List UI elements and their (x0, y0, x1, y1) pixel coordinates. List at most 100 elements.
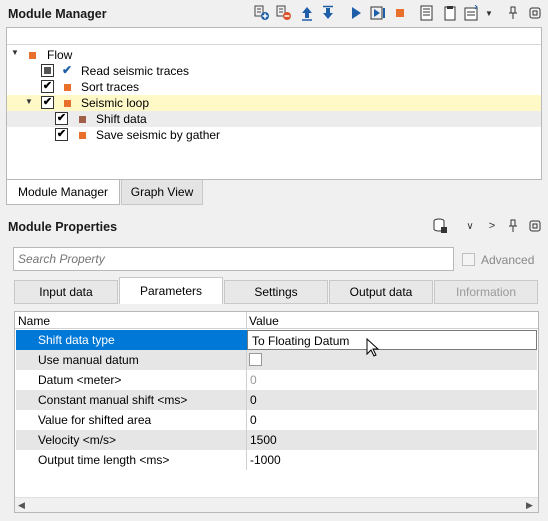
log-icon[interactable] (419, 5, 435, 21)
pin-icon[interactable] (505, 5, 521, 21)
checkbox[interactable]: ✔ (41, 80, 54, 93)
module-tree: ▼ Flow ✔ Read seismic traces ✔ Sort trac… (6, 27, 542, 180)
tab-label: Input data (39, 285, 93, 299)
checkbox-partial[interactable] (41, 64, 54, 77)
property-row-velocity[interactable]: Velocity <m/s> 1500 (16, 430, 537, 450)
move-down-icon[interactable] (320, 5, 336, 21)
float-icon[interactable] (527, 218, 543, 234)
module-color-square (64, 84, 71, 91)
stop-icon[interactable] (392, 5, 408, 21)
tab-module-manager[interactable]: Module Manager (6, 180, 120, 205)
column-divider (246, 410, 247, 430)
property-name: Velocity <m/s> (38, 433, 117, 447)
tree-item-save-seismic-by-gather[interactable]: ✔ Save seismic by gather (7, 127, 541, 143)
module-color-square (79, 132, 86, 139)
tree-item-seismic-loop[interactable]: ▼ ✔ Seismic loop (7, 95, 541, 111)
scroll-left-icon[interactable]: ◀ (18, 500, 25, 511)
module-color-square (29, 52, 36, 59)
module-color-square (79, 116, 86, 123)
property-row-use-manual-datum[interactable]: Use manual datum (16, 350, 537, 370)
tab-graph-view[interactable]: Graph View (121, 180, 203, 205)
tab-output-data[interactable]: Output data (329, 280, 433, 304)
add-module-icon[interactable] (254, 5, 270, 21)
chevron-down-icon[interactable]: ▼ (25, 97, 33, 106)
tab-label: Graph View (130, 185, 194, 199)
advanced-label: Advanced (481, 253, 535, 267)
advanced-checkbox[interactable] (462, 253, 475, 266)
module-manager-title: Module Manager (8, 7, 107, 21)
search-property-input[interactable] (13, 247, 454, 271)
property-row-constant-manual-shift[interactable]: Constant manual shift <ms> 0 (16, 390, 537, 410)
options-icon[interactable] (464, 5, 480, 21)
tab-label: Parameters (139, 284, 203, 298)
column-divider (246, 350, 247, 370)
property-name: Use manual datum (38, 353, 139, 367)
database-icon[interactable] (432, 218, 448, 234)
tree-header (7, 28, 541, 45)
property-value: 0 (250, 373, 257, 387)
grid-header: Name Value (15, 312, 538, 329)
property-value: 1500 (250, 433, 277, 447)
column-divider (246, 312, 247, 329)
chevron-down-icon[interactable]: ▼ (484, 5, 494, 21)
tab-label: Settings (254, 285, 298, 299)
tree-item-label: Flow (47, 48, 73, 62)
tree-item-label: Save seismic by gather (96, 128, 221, 142)
tab-input-data[interactable]: Input data (14, 280, 118, 304)
property-name: Datum <meter> (38, 373, 122, 387)
tab-label: Module Manager (17, 185, 109, 199)
tab-label: Output data (349, 285, 413, 299)
tab-settings[interactable]: Settings (224, 280, 328, 304)
step-run-icon[interactable] (370, 5, 386, 21)
use-manual-datum-checkbox[interactable] (249, 353, 262, 366)
mouse-cursor-icon (366, 337, 380, 361)
horizontal-scrollbar[interactable]: ◀ ▶ (15, 497, 538, 512)
property-value: To Floating Datum (252, 334, 350, 348)
pin-icon[interactable] (505, 218, 521, 234)
scroll-right-icon[interactable]: ▶ (526, 500, 533, 511)
check-icon: ✔ (62, 63, 73, 77)
tree-item-label: Sort traces (81, 80, 140, 94)
tree-item-sort-traces[interactable]: ✔ Sort traces (7, 79, 541, 95)
tree-item-flow[interactable]: ▼ Flow (7, 47, 541, 63)
remove-module-icon[interactable] (276, 5, 292, 21)
property-value: 0 (250, 393, 257, 407)
checkbox[interactable]: ✔ (55, 112, 68, 125)
module-properties-title: Module Properties (8, 220, 118, 234)
column-divider (246, 370, 247, 390)
property-name: Output time length <ms> (38, 453, 170, 467)
tree-item-label: Shift data (96, 112, 147, 126)
clipboard-icon[interactable] (442, 5, 458, 21)
column-header-name[interactable]: Name (18, 314, 50, 328)
tab-label: Information (455, 285, 517, 299)
property-name: Value for shifted area (38, 413, 152, 427)
tree-item-read-seismic-traces[interactable]: ✔ Read seismic traces (7, 63, 541, 79)
property-row-datum[interactable]: Datum <meter> 0 (16, 370, 537, 390)
chevron-down-icon[interactable]: ∨ (462, 218, 478, 234)
tree-item-label: Read seismic traces (81, 64, 190, 78)
tree-item-shift-data[interactable]: ✔ Shift data (7, 111, 541, 127)
checkbox[interactable]: ✔ (55, 128, 68, 141)
property-name: Shift data type (38, 333, 115, 347)
chevron-down-icon[interactable]: ▼ (11, 48, 19, 57)
column-divider (246, 450, 247, 470)
property-value: -1000 (250, 453, 281, 467)
shift-data-type-select[interactable]: To Floating Datum (247, 330, 537, 350)
tree-item-label: Seismic loop (81, 96, 150, 110)
column-divider (246, 430, 247, 450)
module-color-square (64, 100, 71, 107)
float-icon[interactable] (527, 5, 543, 21)
property-row-shift-data-type[interactable]: Shift data type To Floating Datum (16, 330, 537, 350)
property-name: Constant manual shift <ms> (38, 393, 188, 407)
column-header-value[interactable]: Value (249, 314, 279, 328)
chevron-right-icon[interactable]: > (484, 218, 500, 234)
run-icon[interactable] (348, 5, 364, 21)
tab-information: Information (434, 280, 538, 304)
column-divider (246, 390, 247, 410)
property-row-value-for-shifted-area[interactable]: Value for shifted area 0 (16, 410, 537, 430)
checkbox[interactable]: ✔ (41, 96, 54, 109)
move-up-icon[interactable] (299, 5, 315, 21)
property-row-output-time-length[interactable]: Output time length <ms> -1000 (16, 450, 537, 470)
property-value: 0 (250, 413, 257, 427)
tab-parameters[interactable]: Parameters (119, 277, 223, 304)
